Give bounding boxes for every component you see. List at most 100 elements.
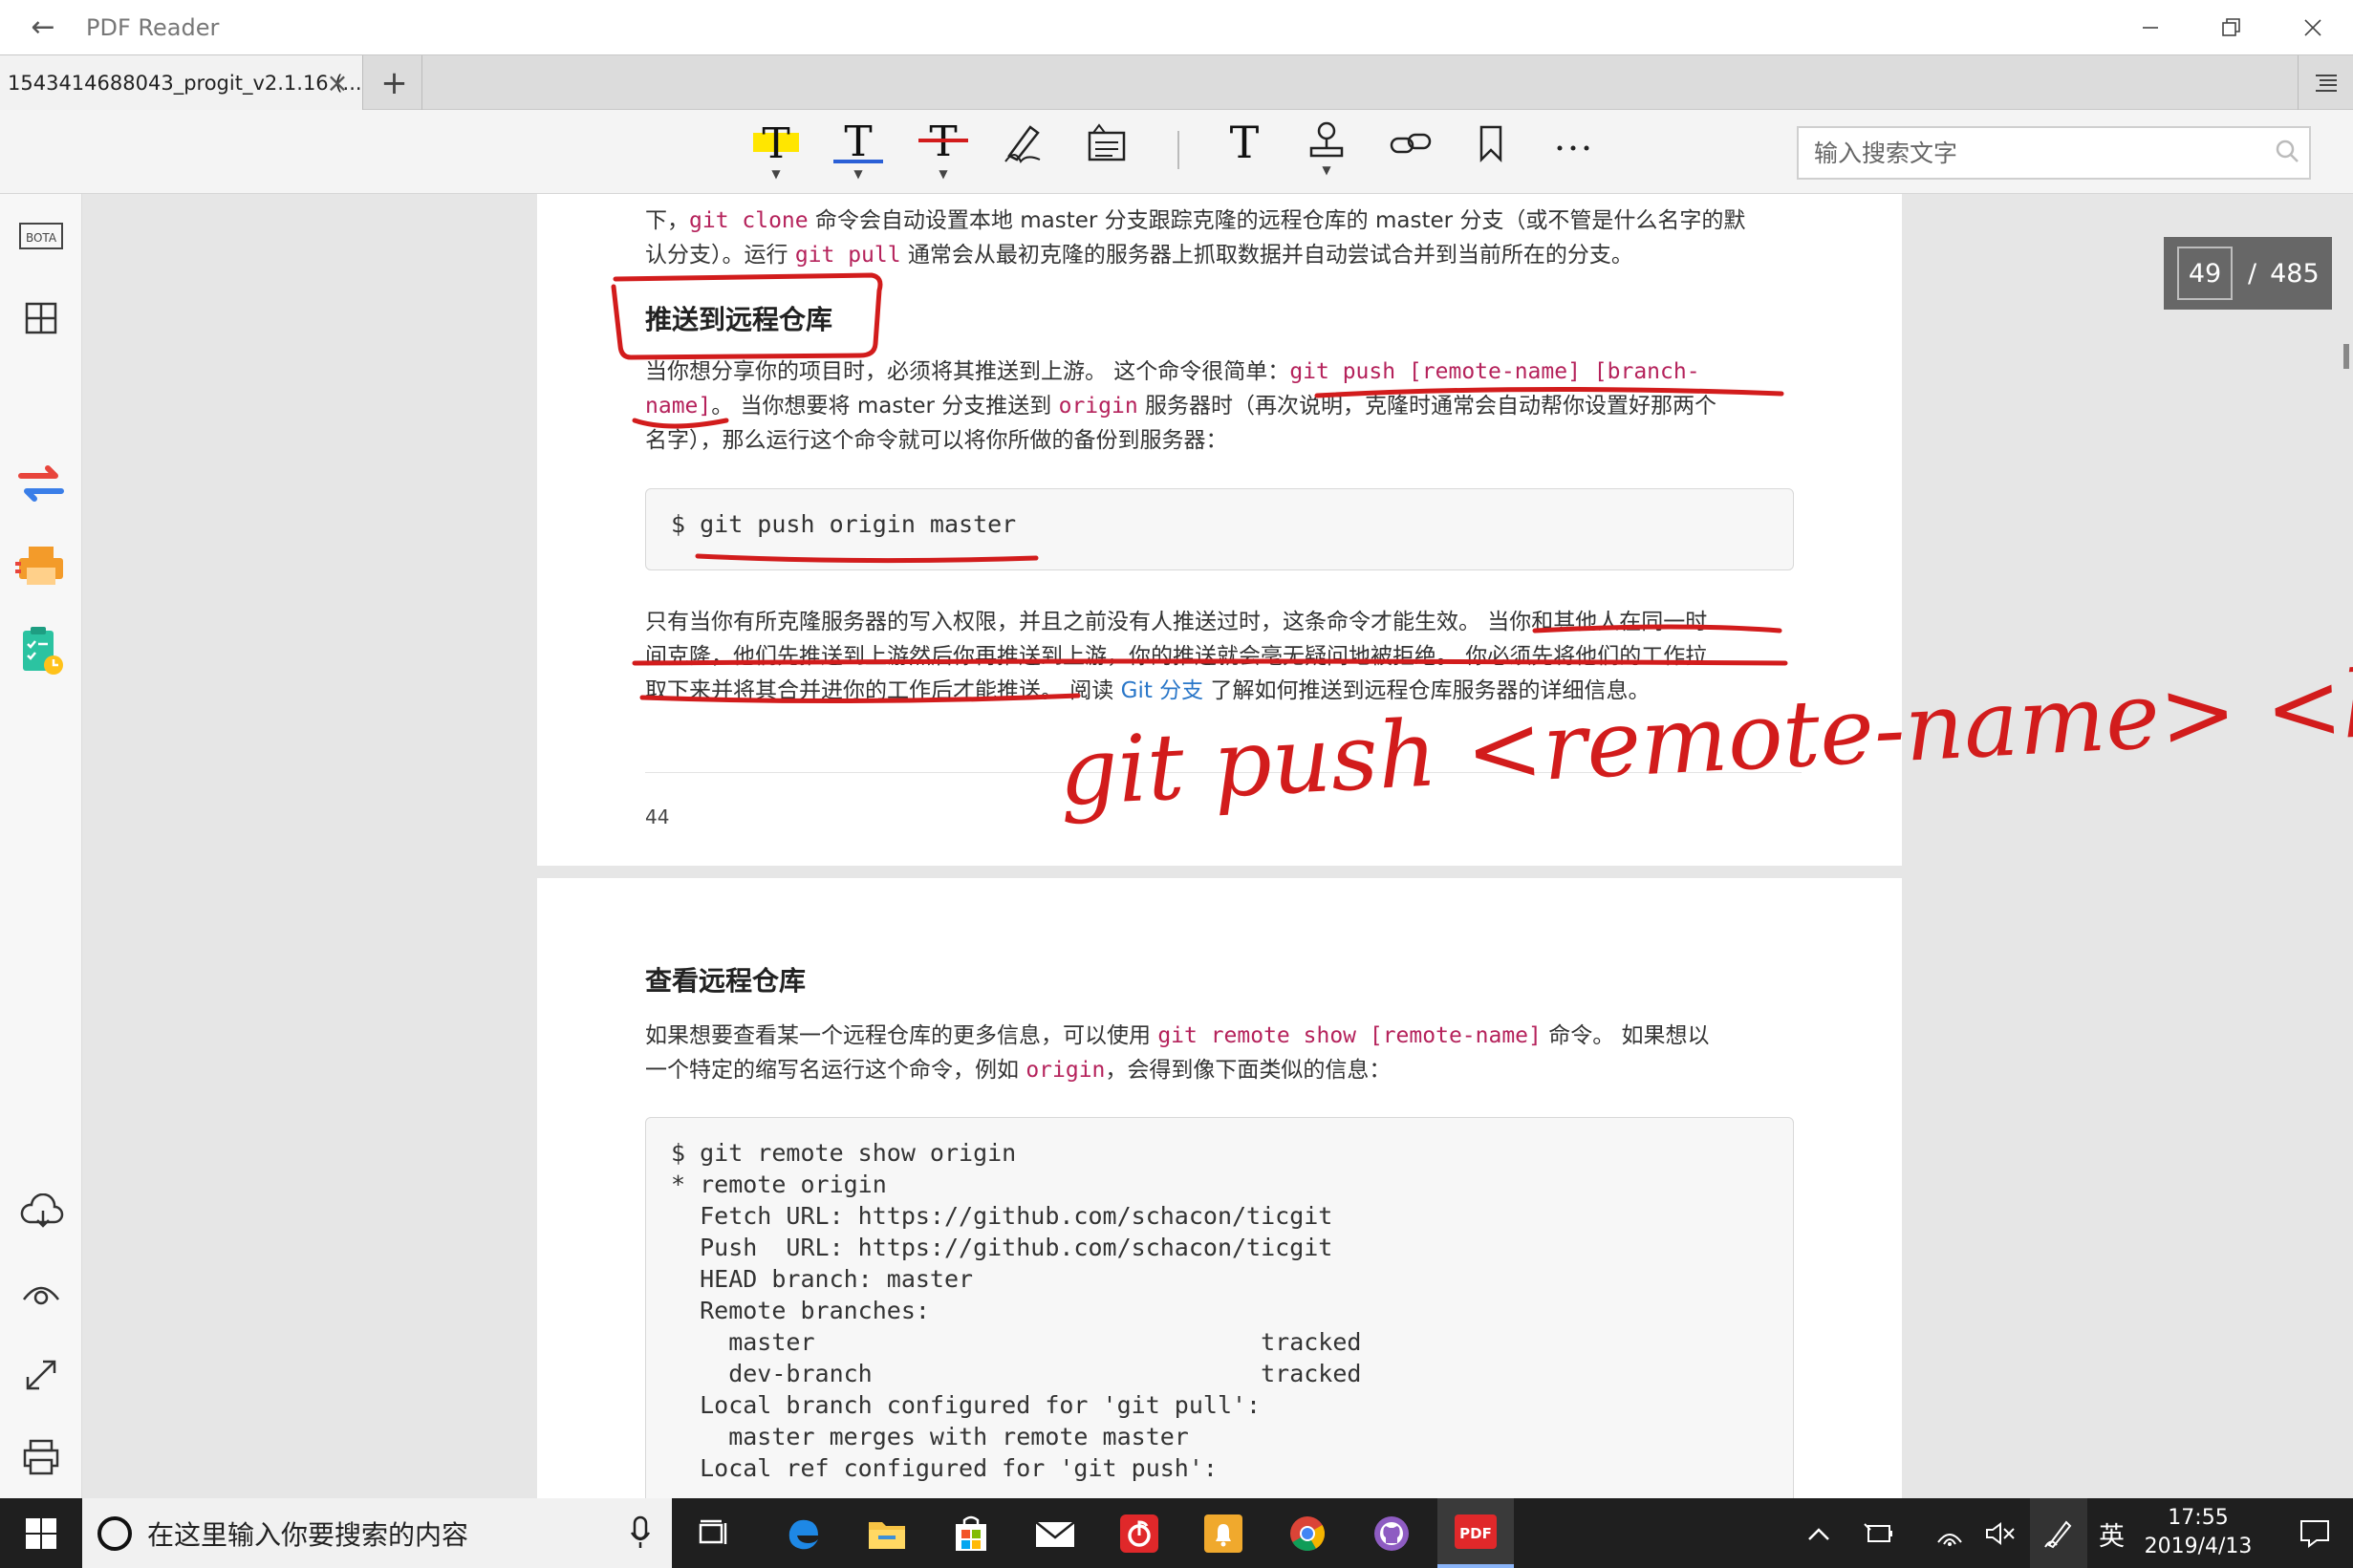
text-run: 了解如何推送到远程仓库服务器的详细信息。 (1203, 678, 1651, 703)
task-view-icon (699, 1519, 727, 1544)
section-heading: 查看远程仓库 (645, 965, 807, 997)
bookmark-tool[interactable] (1460, 119, 1522, 186)
pdf-reader-app-active[interactable]: PDF (1437, 1498, 1514, 1568)
text-run: 命令会自动设置本地 master 分支跟踪克隆的远程仓库的 master 分支（… (808, 208, 1746, 233)
text-run: 间克隆，他们先推送到上游然后你再推送到上游，你的推送就会毫无疑问地被拒绝。 你必… (645, 644, 1708, 669)
netease-music-app[interactable] (1101, 1498, 1177, 1568)
restore-icon (2221, 17, 2240, 36)
file-explorer-app[interactable] (849, 1498, 925, 1568)
grid-icon (25, 302, 57, 334)
list-menu-icon (2315, 74, 2337, 92)
text-run: 如果想要查看某一个远程仓库的更多信息，可以使用 (645, 1023, 1158, 1048)
pen-ink-icon (2044, 1519, 2072, 1548)
music-icon (1120, 1514, 1158, 1553)
input-method-indicator[interactable]: 英 (2099, 1515, 2125, 1553)
mail-app[interactable] (1017, 1498, 1093, 1568)
pen-tool[interactable] (994, 119, 1055, 186)
note-icon (1088, 123, 1126, 161)
more-tools-button[interactable] (1543, 119, 1604, 186)
git-branch-link[interactable]: Git 分支 (1121, 678, 1204, 703)
pen-icon (1004, 125, 1041, 163)
volume-muted-icon (1986, 1521, 2015, 1545)
tab-bar: 1543414688043_progit_v2.1.16 (... × + (0, 54, 2353, 110)
action-center-button[interactable] (2277, 1498, 2353, 1568)
text-icon: T (1230, 119, 1260, 165)
expand-diagonal-icon (26, 1360, 56, 1390)
underline-text-icon: T (833, 119, 883, 165)
bell-app-icon (1204, 1514, 1242, 1553)
microphone-icon[interactable] (630, 1515, 651, 1550)
strikeout-tool[interactable]: T ▼ (913, 119, 974, 186)
text-run: 名字），那么运行这个命令就可以将你所做的备份到服务器： (645, 428, 1228, 453)
cloud-button[interactable] (12, 1184, 70, 1241)
scrollbar-thumb[interactable] (2343, 344, 2349, 369)
clock[interactable]: 17:55 2019/4/13 (2141, 1504, 2256, 1561)
strikethrough-text-icon: T (918, 119, 968, 165)
store-bag-icon (956, 1515, 986, 1551)
view-mode-button[interactable] (12, 1264, 70, 1321)
github-desktop-app[interactable] (1353, 1498, 1430, 1568)
text-run: 只有当你有所克隆服务器的写入权限，并且之前没有人推送过时，这条命令才能生效。 当… (645, 610, 1708, 634)
fullscreen-button[interactable] (12, 1346, 70, 1404)
new-tab-button[interactable]: + (367, 55, 422, 110)
edge-app[interactable] (765, 1498, 841, 1568)
svg-text:BOTA: BOTA (26, 231, 57, 245)
tasks-button[interactable] (12, 622, 70, 679)
battery-icon (1864, 1522, 1892, 1542)
show-hidden-icons-button[interactable] (1797, 1498, 1841, 1568)
volume-tray[interactable] (1978, 1498, 2022, 1568)
search-icon[interactable] (2275, 139, 2299, 163)
pen-workspace-tray[interactable] (2030, 1498, 2087, 1568)
title-bar: ← PDF Reader (0, 0, 2353, 54)
link-tool[interactable] (1380, 119, 1441, 186)
text-run: 命令。 如果想以 (1541, 1023, 1710, 1048)
fax-icon (15, 547, 63, 585)
chrome-app[interactable] (1269, 1498, 1346, 1568)
underline-tool[interactable]: T ▼ (828, 119, 889, 186)
stamp-icon (1309, 121, 1344, 158)
minimize-button[interactable] (2109, 0, 2191, 54)
printer-icon (23, 1439, 59, 1475)
text-run: 通常会从最初克隆的服务器上抓取数据并自动尝试合并到当前所在的分支。 (900, 243, 1633, 268)
minimize-icon (2142, 26, 2158, 29)
store-app[interactable] (933, 1498, 1009, 1568)
link-icon (1390, 133, 1432, 154)
section-heading: 推送到远程仓库 (645, 304, 833, 335)
page-footer-rule (645, 772, 1802, 773)
wifi-tray[interactable] (1927, 1498, 1971, 1568)
total-pages: 485 (2270, 258, 2320, 289)
text-run: 。 当你想要将 master 分支推送到 (711, 394, 1059, 419)
document-view[interactable]: 下，git clone 命令会自动设置本地 master 分支跟踪克隆的远程仓库… (82, 194, 2353, 1498)
document-tab[interactable]: 1543414688043_progit_v2.1.16 (... × (0, 55, 363, 110)
stamp-tool[interactable]: ▼ (1296, 119, 1357, 186)
clock-time: 17:55 (2168, 1506, 2229, 1530)
fax-button[interactable] (12, 538, 70, 595)
start-button[interactable] (0, 1498, 82, 1568)
close-button[interactable] (2272, 0, 2353, 54)
back-button[interactable]: ← (0, 0, 86, 54)
tab-close-button[interactable]: × (322, 67, 353, 98)
tab-menu-button[interactable] (2298, 55, 2353, 110)
text-run: 服务器时（再次说明，克隆时通常会自动帮你设置好那两个 (1137, 394, 1717, 419)
text-tool[interactable]: T (1214, 119, 1275, 186)
convert-button[interactable] (12, 454, 70, 511)
print-button[interactable] (12, 1428, 70, 1486)
bota-button[interactable]: BOTA (12, 207, 70, 265)
windows-logo-icon (26, 1517, 56, 1549)
taskbar-search-box[interactable]: 在这里输入你要搜索的内容 (82, 1498, 672, 1568)
mail-icon (1035, 1520, 1075, 1547)
text-run: 认分支）。运行 (645, 243, 795, 268)
notification-app[interactable] (1185, 1498, 1262, 1568)
note-tool[interactable] (1076, 119, 1137, 186)
svg-text:T: T (844, 119, 872, 165)
search-input[interactable] (1797, 126, 2311, 180)
current-page-input[interactable]: 49 (2177, 247, 2233, 300)
thumbnails-button[interactable] (12, 290, 70, 347)
task-view-button[interactable] (677, 1498, 753, 1568)
toolbar-divider (1177, 131, 1179, 169)
highlight-tool[interactable]: T ▼ (745, 119, 807, 186)
battery-tray[interactable] (1856, 1498, 1900, 1568)
restore-button[interactable] (2191, 0, 2272, 54)
eye-icon (23, 1286, 59, 1305)
inline-code: name] (645, 394, 712, 419)
